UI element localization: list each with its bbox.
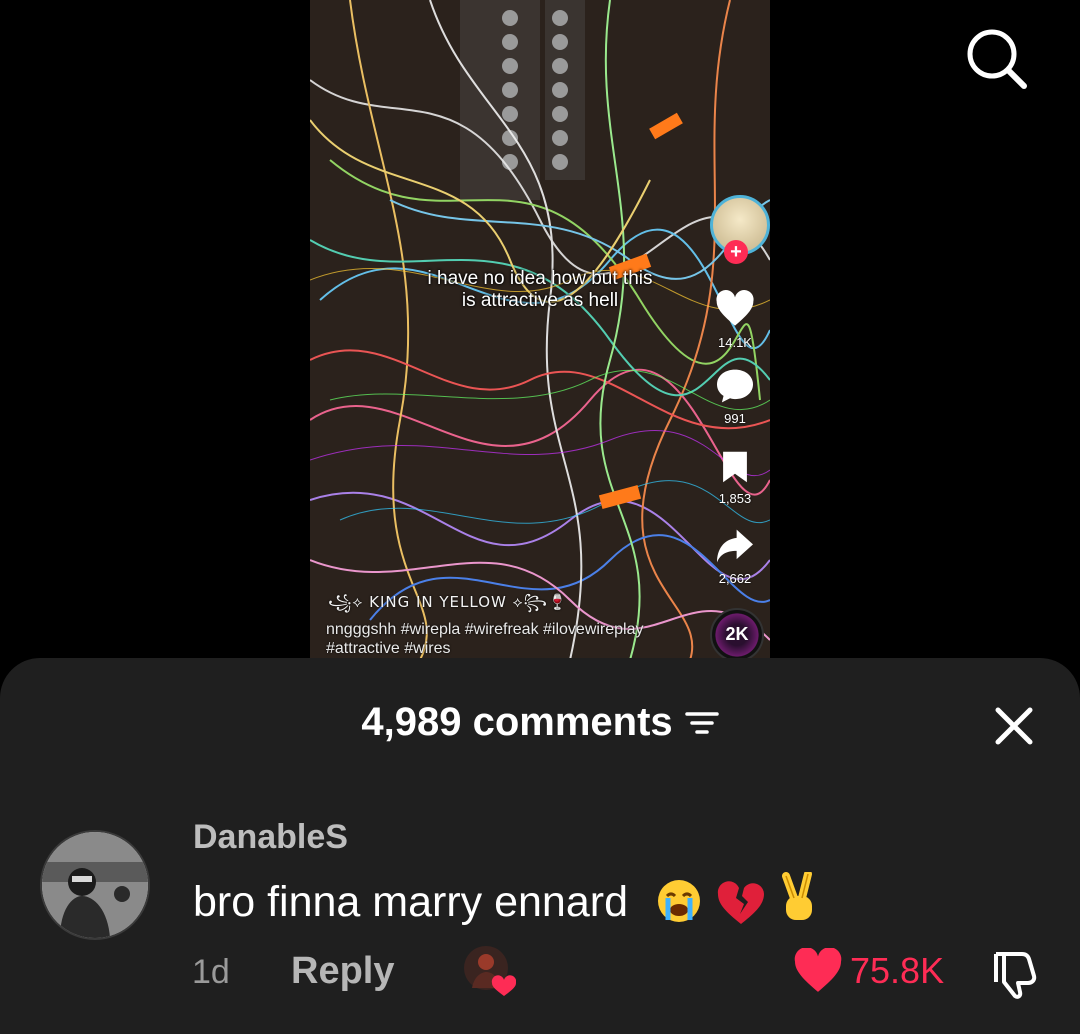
save-action[interactable]: 1,853 xyxy=(700,450,770,506)
follow-button[interactable]: + xyxy=(724,240,748,264)
music-disc[interactable]: 2K xyxy=(710,608,764,660)
victory-hand-icon xyxy=(781,870,812,920)
video-description[interactable]: nngggshh #wirepla #wirefreak #ilovewirep… xyxy=(326,620,656,658)
commenter-avatar[interactable] xyxy=(40,830,150,940)
like-action[interactable]: 14.1K xyxy=(700,290,770,350)
share-icon xyxy=(717,529,753,563)
like-count: 14.1K xyxy=(718,335,752,350)
liked-by-creator-badge xyxy=(462,944,517,998)
close-icon xyxy=(995,707,1033,745)
close-button[interactable] xyxy=(990,702,1038,750)
heart-icon xyxy=(716,290,754,326)
save-count: 1,853 xyxy=(718,491,752,506)
creator-avatar-heart-icon xyxy=(464,946,517,996)
share-action[interactable]: 2,662 xyxy=(700,528,770,586)
comment-icon xyxy=(717,369,753,403)
search-button[interactable] xyxy=(962,26,1032,90)
video-author[interactable]: ꧁⟡ KING IN YELLOW ⟡꧂🍷 xyxy=(328,590,568,621)
comment-count: 991 xyxy=(724,411,746,426)
caption-line-1: i have no idea how but this xyxy=(427,268,653,289)
comment-like-button[interactable]: 75.8K xyxy=(792,948,944,994)
comment-like-count: 75.8K xyxy=(850,950,945,991)
comments-header: 4,989 comments xyxy=(0,700,1080,745)
comment-body: bro finna marry ennard xyxy=(193,870,820,937)
search-icon xyxy=(967,29,1027,89)
comment-time: 1d xyxy=(192,953,230,991)
broken-heart-icon xyxy=(717,881,764,924)
comment-action[interactable]: 991 xyxy=(700,368,770,426)
bookmark-icon xyxy=(723,451,747,483)
dislike-button[interactable] xyxy=(986,946,1042,1002)
comments-count-title: 4,989 comments xyxy=(361,700,673,744)
filter-icon[interactable] xyxy=(684,709,719,737)
comment-text: bro finna marry ennard xyxy=(193,877,628,926)
avatar-image xyxy=(42,832,148,938)
dislike-icon xyxy=(994,952,1037,999)
crying-face-icon xyxy=(657,880,700,922)
heart-icon xyxy=(794,948,842,992)
music-disc-label: 2K xyxy=(725,624,749,644)
share-count: 2,662 xyxy=(718,571,752,586)
reply-button[interactable]: Reply xyxy=(291,950,394,993)
comment-username[interactable]: DanableS xyxy=(193,818,348,857)
comment-emojis xyxy=(654,870,820,937)
video-player[interactable]: i have no idea how but this is attractiv… xyxy=(310,0,770,660)
